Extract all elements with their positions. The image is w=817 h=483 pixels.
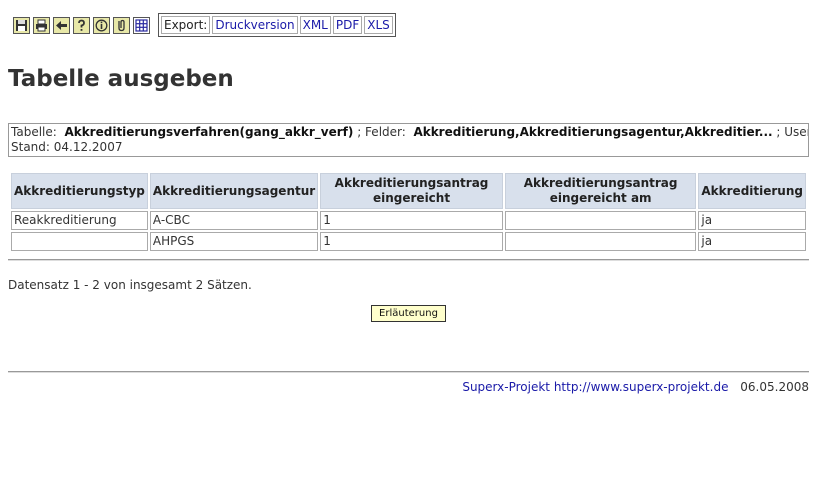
table-cell: AHPGS [149, 232, 319, 251]
explanation-button[interactable]: Erläuterung [371, 305, 446, 322]
export-pdf-link[interactable]: PDF [332, 16, 363, 34]
table-cell: 1 [320, 211, 503, 230]
table-row: Reakkreditierung A-CBC 1 ja [11, 211, 806, 230]
table-cell: Reakkreditierung [11, 211, 148, 230]
export-print-link[interactable]: Druckversion [212, 16, 298, 34]
column-header[interactable]: Akkreditierung [698, 173, 806, 209]
results-table: Akkreditierungstyp Akkreditierungsagentu… [9, 171, 808, 253]
info-line: Tabelle: Akkreditierungsverfahren(gang_a… [11, 125, 808, 140]
help-icon[interactable] [73, 16, 90, 34]
fields-label: ; Felder: [357, 125, 406, 139]
stand-date: Stand: 04.12.2007 [11, 140, 123, 154]
table-row: AHPGS 1 ja [11, 232, 806, 251]
column-header[interactable]: Akkreditierungstyp [11, 173, 148, 209]
toolbar: Export: Druckversion XML PDF XLS [13, 13, 396, 37]
table-header-row: Akkreditierungstyp Akkreditierungsagentu… [11, 173, 806, 209]
table-cell: ja [698, 211, 806, 230]
footer: Superx-Projekt http://www.superx-projekt… [462, 380, 809, 394]
footer-divider [8, 371, 809, 373]
export-bar: Export: Druckversion XML PDF XLS [158, 13, 396, 37]
export-label: Export: [161, 16, 211, 34]
table-cell: A-CBC [149, 211, 319, 230]
table-cell [504, 232, 697, 251]
record-count: Datensatz 1 - 2 von insgesamt 2 Sätzen. [8, 278, 252, 292]
info-icon[interactable] [93, 16, 110, 34]
page-title: Tabelle ausgeben [8, 66, 234, 92]
table-name: Akkreditierungsverfahren(gang_akkr_verf) [64, 125, 354, 139]
column-header[interactable]: Akkreditierungsantrag eingereicht am [504, 173, 697, 209]
footer-date: 06.05.2008 [740, 380, 809, 394]
column-header[interactable]: Akkreditierungsagentur [149, 173, 319, 209]
divider [8, 259, 809, 261]
table-cell [504, 211, 697, 230]
fields-value: Akkreditierung,Akkreditierungsagentur,Ak… [413, 125, 773, 139]
table-label: Tabelle: [11, 125, 57, 139]
table-info-box: Tabelle: Akkreditierungsverfahren(gang_a… [8, 123, 809, 157]
table-cell [11, 232, 148, 251]
table-icon[interactable] [133, 16, 150, 34]
print-icon[interactable] [33, 16, 50, 34]
attachment-icon[interactable] [113, 16, 130, 34]
back-icon[interactable] [53, 16, 70, 34]
export-xls-link[interactable]: XLS [364, 16, 393, 34]
table-cell: ja [698, 232, 806, 251]
project-link[interactable]: Superx-Projekt http://www.superx-projekt… [462, 380, 728, 394]
table-cell: 1 [320, 232, 503, 251]
user-label: ; User: [776, 125, 808, 139]
export-xml-link[interactable]: XML [299, 16, 331, 34]
save-icon[interactable] [13, 16, 30, 34]
column-header[interactable]: Akkreditierungsantrag eingereicht [320, 173, 503, 209]
